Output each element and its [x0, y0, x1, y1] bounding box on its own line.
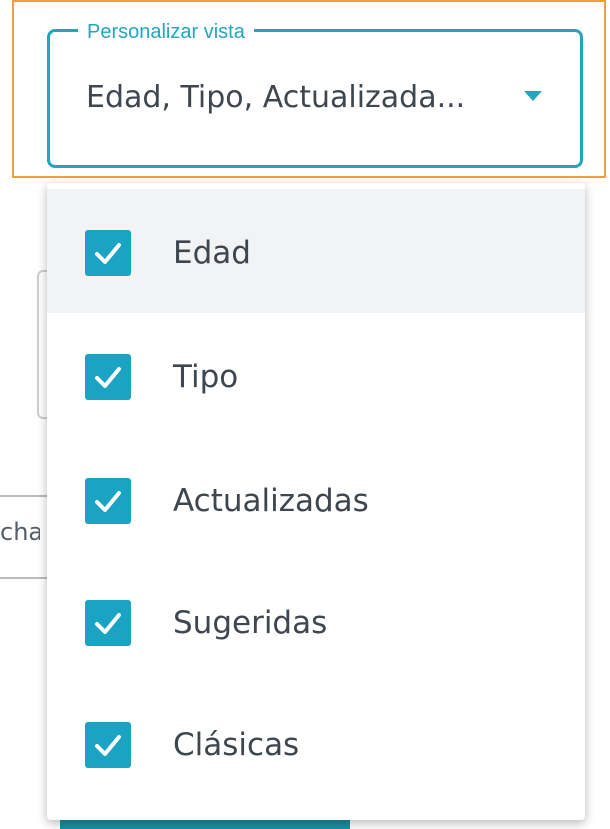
checkbox-checked[interactable] — [85, 230, 131, 276]
checkbox-checked[interactable] — [85, 354, 131, 400]
menu-item-actualizadas[interactable]: Actualizadas — [47, 437, 585, 561]
checkbox-checked[interactable] — [85, 478, 131, 524]
caret-down-icon[interactable] — [524, 91, 542, 101]
dropdown-menu: Edad Tipo Actualizadas Sugeridas Clásica… — [47, 183, 585, 820]
checkmark-icon — [95, 243, 121, 264]
checkbox-checked[interactable] — [85, 722, 131, 768]
menu-item-label: Actualizadas — [173, 483, 369, 519]
checkmark-icon — [95, 735, 121, 756]
checkbox-checked[interactable] — [85, 600, 131, 646]
menu-item-label: Sugeridas — [173, 605, 328, 641]
menu-item-label: Clásicas — [173, 727, 300, 763]
menu-item-clasicas[interactable]: Clásicas — [47, 681, 585, 805]
select-current-value[interactable]: Edad, Tipo, Actualizada... — [86, 78, 516, 118]
menu-item-edad[interactable]: Edad — [47, 189, 585, 313]
menu-item-tipo[interactable]: Tipo — [47, 313, 585, 437]
checkmark-icon — [95, 491, 121, 512]
menu-item-label: Edad — [173, 235, 251, 271]
menu-item-label: Tipo — [173, 359, 239, 395]
checkmark-icon — [95, 367, 121, 388]
select-floating-label: Personalizar vista — [78, 20, 254, 44]
background-text-fragment: cha — [0, 518, 40, 546]
checkmark-icon — [95, 613, 121, 634]
menu-item-sugeridas[interactable]: Sugeridas — [47, 559, 585, 683]
